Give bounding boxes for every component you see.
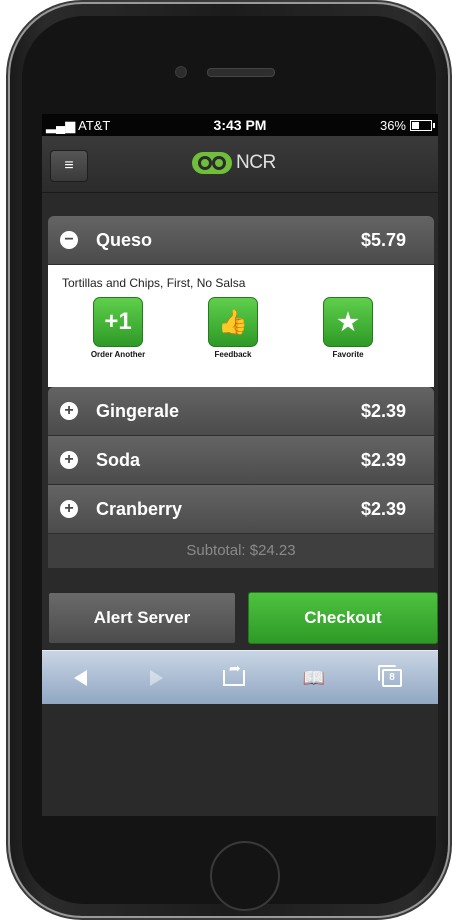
phone-screen: ▂▄▆ AT&T 3:43 PM 36% ≡ NCR − Queso $5.79… [42,114,438,816]
checkout-button[interactable]: Checkout [248,592,438,644]
item-price: $2.39 [360,499,406,519]
battery-percent: 36% [379,118,406,133]
action-label: Favorite [332,350,364,359]
alert-server-button[interactable]: Alert Server [48,592,236,644]
feedback-button[interactable]: 👍 Feedback [193,297,273,359]
brand-logo: NCR [192,152,276,174]
expand-icon[interactable]: + [60,451,78,469]
back-button[interactable] [64,663,96,693]
item-name: Cranberry [96,499,183,519]
front-camera [175,66,187,78]
share-icon [223,660,245,686]
brand-name: NCR [236,152,276,173]
status-bar: ▂▄▆ AT&T 3:43 PM 36% [42,114,438,136]
order-item-cranberry[interactable]: + Cranberry $2.39 [48,485,434,534]
menu-button[interactable]: ≡ [50,150,88,182]
item-name: Queso [96,230,153,250]
earpiece-speaker [207,68,275,77]
share-button[interactable] [218,660,250,693]
back-arrow-icon [73,670,87,686]
bookmarks-button[interactable]: 📖 [298,663,330,693]
star-icon: ★ [323,297,373,347]
forward-arrow-icon [149,670,163,686]
plus-one-icon: +1 [93,297,143,347]
order-list: − Queso $5.79 Tortillas and Chips, First… [48,216,434,568]
action-label: Order Another [90,350,146,359]
ncr-logo-icon [192,152,232,174]
order-item-gingerale[interactable]: + Gingerale $2.39 [48,387,434,436]
book-icon: 📖 [302,667,326,688]
item-price: $5.79 [360,230,406,250]
item-description: Tortillas and Chips, First, No Salsa [62,276,246,290]
blank-area [42,704,438,816]
hamburger-icon: ≡ [64,157,74,174]
action-buttons: Alert Server Checkout [42,588,438,644]
battery-indicator: 36% [379,118,435,133]
app-header: ≡ NCR [42,136,438,193]
tabs-icon: 8 [378,665,402,687]
item-name: Gingerale [96,401,180,421]
collapse-icon[interactable]: − [60,231,78,249]
thumbs-up-icon: 👍 [208,297,258,347]
order-item-soda[interactable]: + Soda $2.39 [48,436,434,485]
item-name: Soda [96,450,141,470]
status-time: 3:43 PM [213,117,267,133]
browser-toolbar: 📖 8 [42,650,438,705]
subtotal: Subtotal: $24.23 [48,534,434,568]
expand-icon[interactable]: + [60,500,78,518]
home-button[interactable] [210,841,280,911]
item-price: $2.39 [360,401,406,421]
favorite-button[interactable]: ★ Favorite [308,297,388,359]
item-price: $2.39 [360,450,406,470]
battery-icon [410,120,435,131]
tabs-button[interactable]: 8 [376,663,408,693]
order-item-queso[interactable]: − Queso $5.79 [48,216,434,265]
order-another-button[interactable]: +1 Order Another [78,297,158,359]
expand-icon[interactable]: + [60,402,78,420]
forward-button[interactable] [140,663,172,693]
action-label: Feedback [214,350,252,359]
item-details: Tortillas and Chips, First, No Salsa +1 … [48,265,434,387]
